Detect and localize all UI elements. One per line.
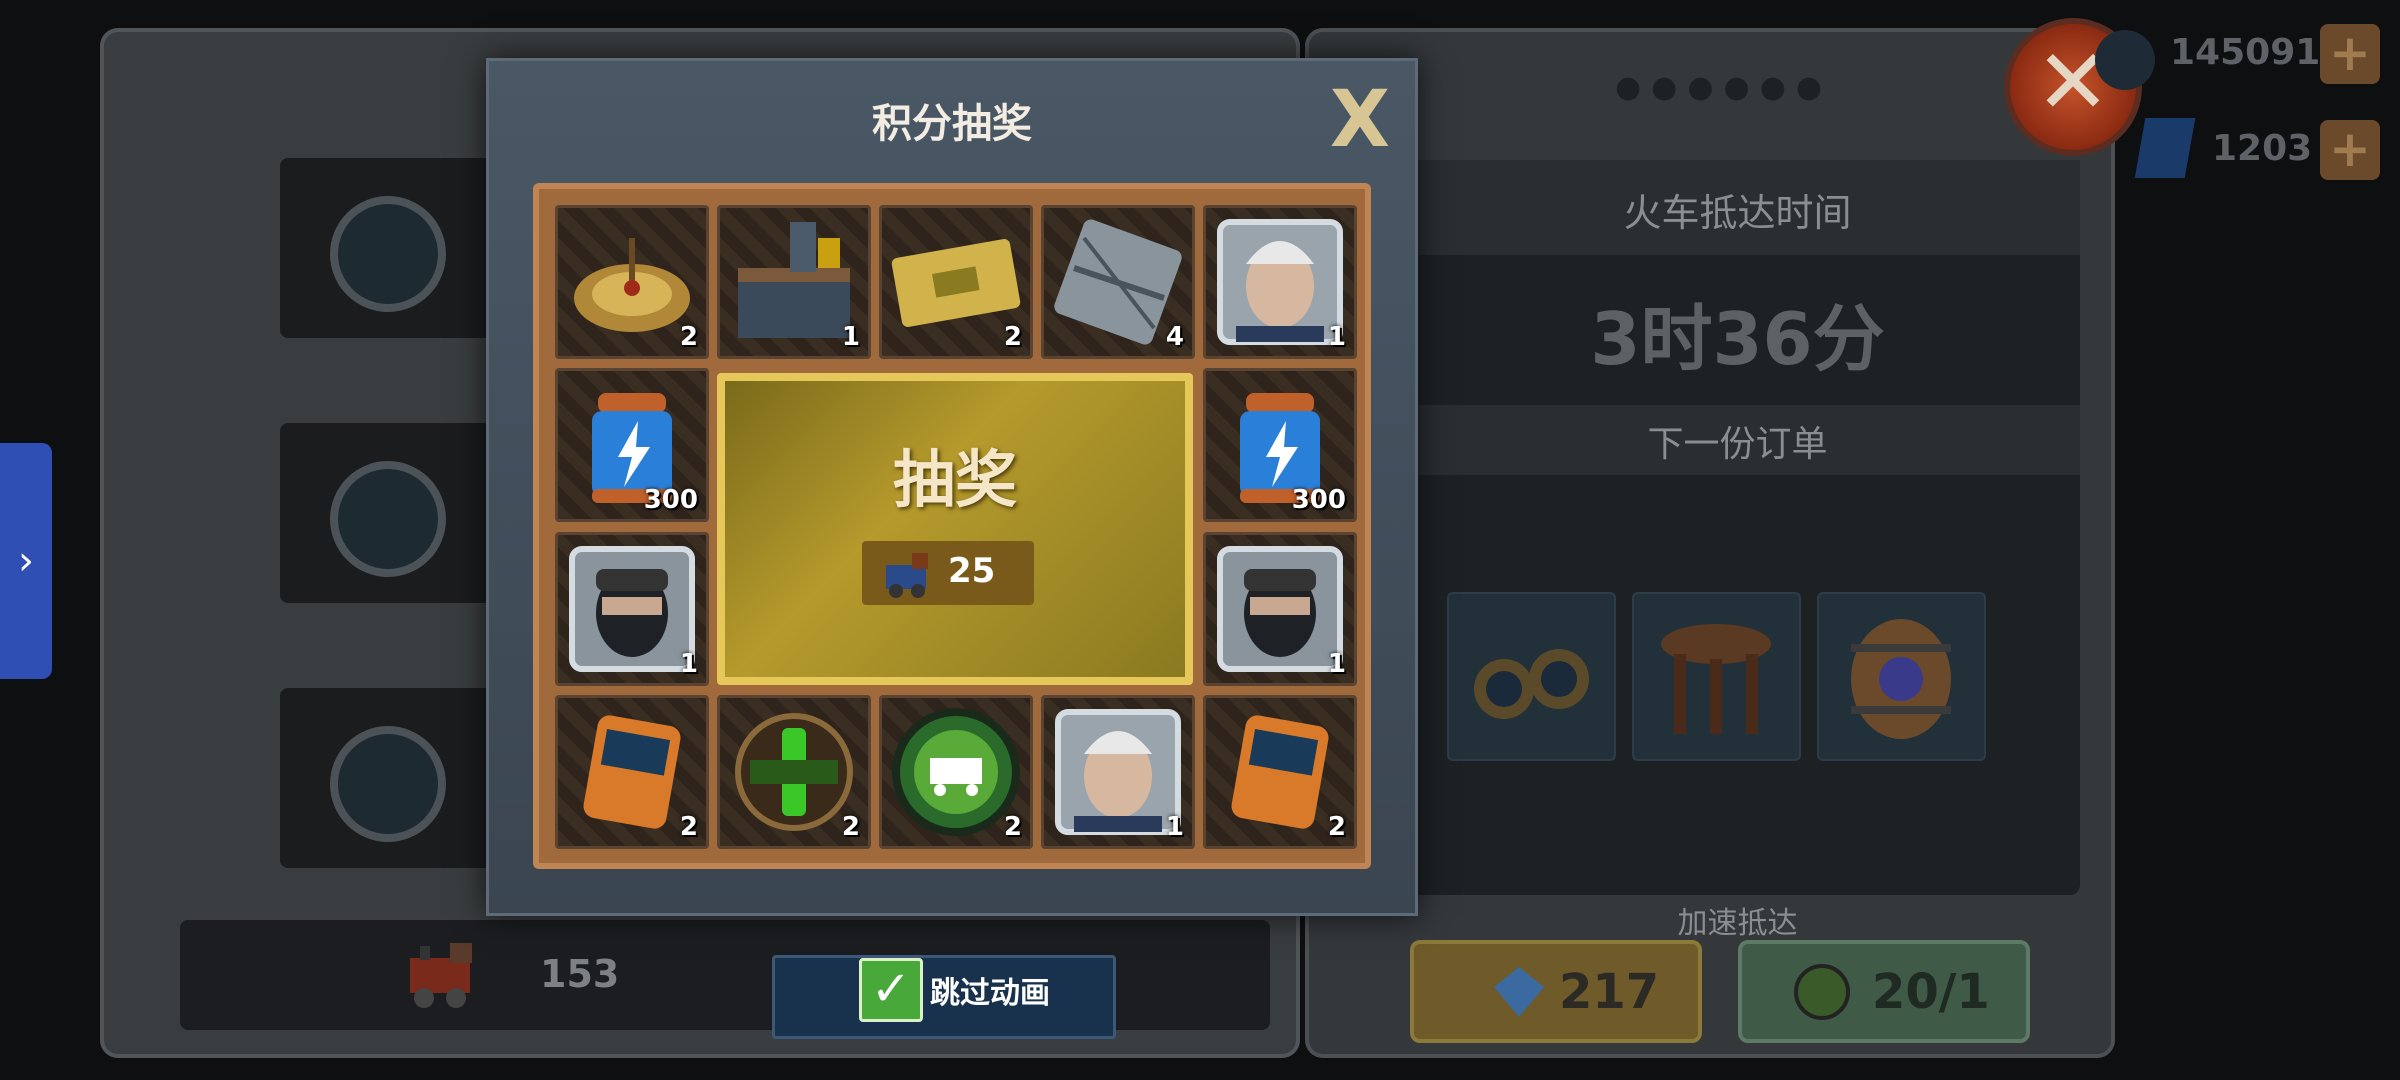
- prize-cell: 2: [879, 205, 1033, 359]
- gem-stack-icon: [2134, 118, 2196, 178]
- prize-count: 300: [643, 485, 698, 515]
- prize-count: 300: [1291, 485, 1346, 515]
- token-speed-up-button[interactable]: 20/1: [1738, 940, 2030, 1043]
- next-order-header: 下一份订单: [1647, 424, 1828, 465]
- side-expand-tab[interactable]: ›: [0, 443, 52, 679]
- prize-cell: 1: [1203, 205, 1357, 359]
- skip-animation-toggle[interactable]: ✓ 跳过动画: [772, 955, 1116, 1039]
- add-gems-button[interactable]: +: [2320, 120, 2380, 180]
- arrival-time: 3时36分: [1590, 297, 1885, 381]
- prize-cell: 2: [1203, 695, 1357, 849]
- coin-icon: [2095, 30, 2155, 90]
- prize-count: 2: [1327, 812, 1346, 842]
- add-coins-button[interactable]: +: [2320, 24, 2380, 84]
- order-good-slot: [1817, 592, 1986, 761]
- draw-label: 抽奖: [892, 443, 1017, 516]
- train-icon: [410, 943, 472, 1008]
- prize-cell: 2: [717, 695, 871, 849]
- prize-cell: 300: [1203, 368, 1357, 522]
- prize-cell: 2: [879, 695, 1033, 849]
- prize-count: 2: [679, 812, 698, 842]
- prize-count: 4: [1165, 322, 1184, 352]
- prize-count: 1: [1327, 649, 1346, 679]
- checkbox-checked-icon[interactable]: ✓: [859, 958, 923, 1022]
- prize-cell: 2: [555, 695, 709, 849]
- draw-cost-box: 25: [862, 541, 1034, 605]
- order-good-slot: [1632, 592, 1801, 761]
- prize-cell: 4: [1041, 205, 1195, 359]
- page-dots: ●●●●●●: [1615, 70, 1833, 105]
- speed-up-label: 加速抵达: [1677, 906, 1798, 941]
- train-count: 153: [540, 952, 620, 996]
- dialog-close-button[interactable]: X: [1325, 81, 1395, 159]
- order-good-slot: [1447, 592, 1616, 761]
- prize-count: 1: [679, 649, 698, 679]
- lottery-dialog: 积分抽奖 X 2 1 2 4 1 300 300 1 1 2 2 2 1 2 抽…: [486, 58, 1418, 916]
- gem-speed-up-button[interactable]: 217: [1410, 940, 1702, 1043]
- gem-icon: [1494, 967, 1544, 1017]
- prize-count: 2: [1003, 812, 1022, 842]
- draw-cost: 25: [948, 551, 996, 591]
- grape-barrel-icon: [1851, 619, 1951, 739]
- prize-count: 2: [1003, 322, 1022, 352]
- prize-count: 1: [841, 322, 860, 352]
- token-cost: 20/1: [1872, 964, 1990, 1020]
- chevron-right-icon: ›: [18, 538, 34, 584]
- prize-cell: 1: [717, 205, 871, 359]
- dialog-title: 积分抽奖: [872, 101, 1032, 147]
- slot-wheel: [330, 726, 446, 842]
- skip-animation-label: 跳过动画: [930, 976, 1050, 1011]
- prize-cell: 1: [555, 532, 709, 686]
- prize-cell: 2: [555, 205, 709, 359]
- train-token-icon: [1794, 964, 1850, 1020]
- prize-cell: 1: [1041, 695, 1195, 849]
- stool-icon: [1661, 624, 1771, 734]
- slot-wheel: [330, 196, 446, 312]
- gem-cost: 217: [1559, 964, 1660, 1020]
- prize-count: 1: [1165, 812, 1184, 842]
- draw-button[interactable]: 抽奖 25: [717, 373, 1193, 685]
- prize-cell: 300: [555, 368, 709, 522]
- prize-count: 1: [1327, 322, 1346, 352]
- prize-count: 2: [841, 812, 860, 842]
- binoculars-icon: [1474, 649, 1589, 719]
- train-icon: [886, 553, 928, 598]
- slot-wheel: [330, 461, 446, 577]
- arrival-header: 火车抵达时间: [1623, 191, 1852, 235]
- prize-grid: 2 1 2 4 1 300 300 1 1 2 2 2 1 2 抽奖 25: [533, 183, 1371, 869]
- gem-amount: 1203: [2212, 128, 2313, 169]
- prize-count: 2: [679, 322, 698, 352]
- prize-cell: 1: [1203, 532, 1357, 686]
- arrival-info-box: 火车抵达时间 3时36分 下一份订单: [1395, 160, 2080, 895]
